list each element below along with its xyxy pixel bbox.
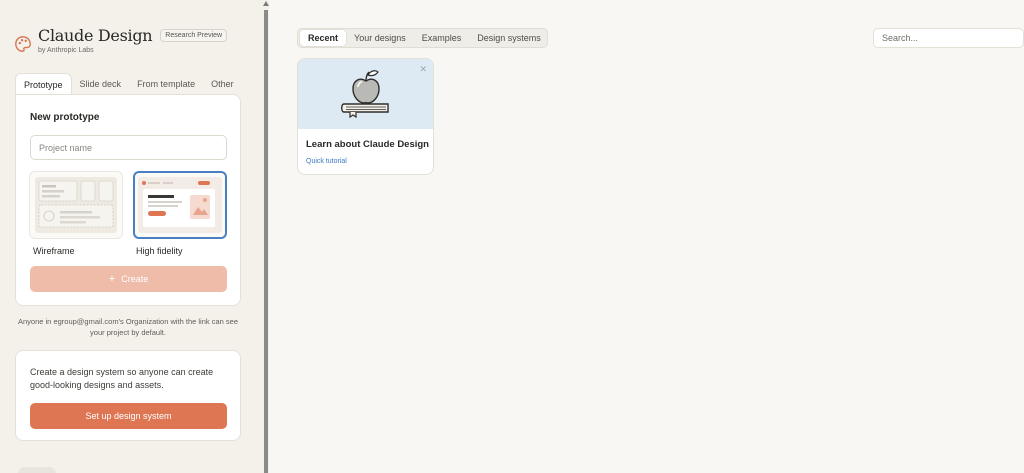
tab-other[interactable]: Other [203,73,242,95]
high-fidelity-option[interactable] [133,171,227,239]
tab-slide-deck[interactable]: Slide deck [72,73,130,95]
search-input[interactable] [873,28,1024,48]
close-icon[interactable]: ✕ [419,64,427,75]
tab-design-systems[interactable]: Design systems [469,30,549,46]
app-title: Claude Design [38,26,153,45]
palette-icon [15,36,31,52]
design-card-title: Learn about Claude Design [306,139,429,150]
wireframe-label: Wireframe [33,246,75,256]
new-prototype-card: New prototype Project name Wireframe Hig… [15,94,241,306]
apple-on-book-icon [341,70,389,119]
card-title: New prototype [30,112,100,123]
plus-icon: + [108,273,116,285]
tab-recent[interactable]: Recent [300,30,347,46]
design-thumbnail: ✕ [298,59,433,129]
tab-from-template[interactable]: From template [129,73,203,95]
tab-examples[interactable]: Examples [414,30,470,46]
design-system-card: Create a design system so anyone can cre… [15,350,241,441]
create-button[interactable]: + Create [30,266,227,292]
design-system-text: Create a design system so anyone can cre… [30,367,214,390]
share-note: Anyone in egroup@gmail.com's Organizatio… [18,317,238,337]
wireframe-preview-icon [35,177,117,233]
designs-filter-tabs: Recent Your designs Examples Design syst… [297,28,548,48]
account-button[interactable] [18,467,56,473]
sidebar: Claude Design Research Preview by Anthro… [0,0,262,473]
new-project-tabs: Prototype Slide deck From template Other [15,73,241,95]
high-fidelity-preview-icon [138,177,222,233]
tab-prototype[interactable]: Prototype [15,73,72,95]
project-name-input[interactable] [30,135,227,160]
set-up-design-system-button[interactable]: Set up design system [30,403,227,429]
scrollbar-thumb[interactable] [264,10,268,473]
sidebar-scrollbar[interactable] [262,0,269,473]
research-preview-badge: Research Preview [160,29,228,42]
app-subtitle: by Anthropic Labs [38,47,94,54]
wireframe-option[interactable] [29,171,123,239]
create-button-label: Create [121,274,149,284]
design-card-link[interactable]: Quick tutorial [306,158,347,165]
high-fidelity-label: High fidelity [136,246,183,256]
main-content: Recent Your designs Examples Design syst… [269,0,1024,473]
design-card[interactable]: ✕ Learn about Claude Design Quick tutori… [297,58,434,175]
brand-header: Claude Design Research Preview by Anthro… [14,26,228,54]
tab-your-designs[interactable]: Your designs [346,30,414,46]
